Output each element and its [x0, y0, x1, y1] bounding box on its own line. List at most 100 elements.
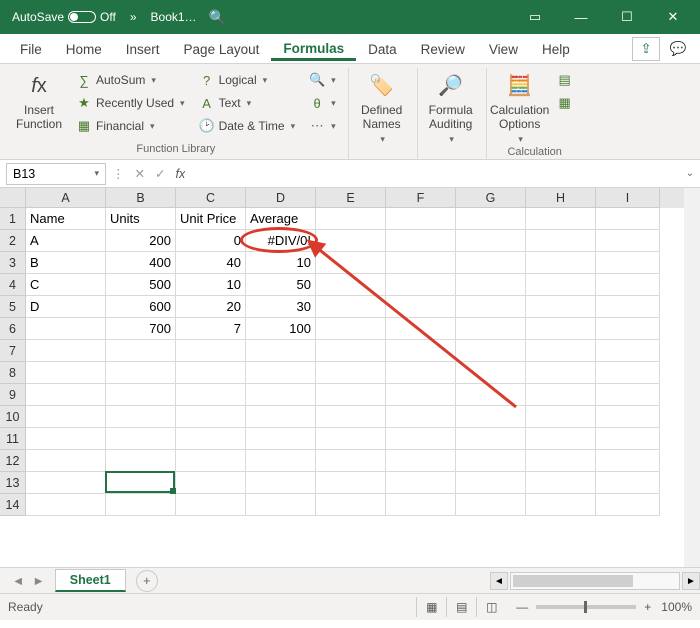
- cell-F3[interactable]: [386, 252, 456, 274]
- cell-F4[interactable]: [386, 274, 456, 296]
- recently-used-button[interactable]: ★Recently Used▾: [72, 93, 189, 113]
- cell-H10[interactable]: [526, 406, 596, 428]
- enter-icon[interactable]: ✓: [155, 166, 165, 181]
- add-sheet-button[interactable]: +: [136, 570, 158, 592]
- tab-home[interactable]: Home: [54, 37, 114, 61]
- tab-review[interactable]: Review: [409, 37, 477, 61]
- cell-B1[interactable]: Units: [106, 208, 176, 230]
- cell-I12[interactable]: [596, 450, 660, 472]
- sheet-tab-active[interactable]: Sheet1: [55, 569, 126, 592]
- zoom-slider[interactable]: [536, 605, 636, 609]
- cell-D9[interactable]: [246, 384, 316, 406]
- autosum-button[interactable]: ∑AutoSum▾: [72, 70, 189, 90]
- cell-H13[interactable]: [526, 472, 596, 494]
- cell-F7[interactable]: [386, 340, 456, 362]
- row-header-10[interactable]: 10: [0, 406, 26, 428]
- column-header-C[interactable]: C: [176, 188, 246, 208]
- tab-data[interactable]: Data: [356, 37, 409, 61]
- expand-formula-bar-icon[interactable]: ⌄: [680, 168, 700, 179]
- cell-E9[interactable]: [316, 384, 386, 406]
- scroll-thumb[interactable]: [513, 575, 633, 587]
- cell-G2[interactable]: [456, 230, 526, 252]
- row-header-6[interactable]: 6: [0, 318, 26, 340]
- close-button[interactable]: ✕: [650, 0, 696, 34]
- tab-page-layout[interactable]: Page Layout: [172, 37, 272, 61]
- text-button[interactable]: AText▾: [195, 93, 300, 113]
- cell-E10[interactable]: [316, 406, 386, 428]
- row-header-5[interactable]: 5: [0, 296, 26, 318]
- row-header-7[interactable]: 7: [0, 340, 26, 362]
- cell-G13[interactable]: [456, 472, 526, 494]
- cell-G10[interactable]: [456, 406, 526, 428]
- cell-G14[interactable]: [456, 494, 526, 516]
- cell-H1[interactable]: [526, 208, 596, 230]
- ribbon-display-icon[interactable]: ▭: [512, 0, 558, 34]
- cell-F11[interactable]: [386, 428, 456, 450]
- tab-insert[interactable]: Insert: [114, 37, 172, 61]
- more-functions-button[interactable]: ⋯▾: [305, 116, 340, 136]
- defined-names-button[interactable]: 🏷️ Defined Names▾: [355, 68, 409, 144]
- cell-I11[interactable]: [596, 428, 660, 450]
- worksheet-grid[interactable]: ABCDEFGHI 1234567891011121314 NameUnitsU…: [0, 188, 700, 568]
- cell-H4[interactable]: [526, 274, 596, 296]
- cell-C11[interactable]: [176, 428, 246, 450]
- maximize-button[interactable]: ☐: [604, 0, 650, 34]
- cell-F13[interactable]: [386, 472, 456, 494]
- cell-A3[interactable]: B: [26, 252, 106, 274]
- scroll-right-icon[interactable]: ►: [682, 572, 700, 590]
- cell-I14[interactable]: [596, 494, 660, 516]
- cell-A10[interactable]: [26, 406, 106, 428]
- cell-B9[interactable]: [106, 384, 176, 406]
- cell-F9[interactable]: [386, 384, 456, 406]
- cell-A12[interactable]: [26, 450, 106, 472]
- row-headers[interactable]: 1234567891011121314: [0, 208, 26, 567]
- cell-E5[interactable]: [316, 296, 386, 318]
- cell-C14[interactable]: [176, 494, 246, 516]
- calculation-options-button[interactable]: 🧮 Calculation Options▾: [493, 68, 547, 144]
- cell-H14[interactable]: [526, 494, 596, 516]
- cell-I4[interactable]: [596, 274, 660, 296]
- cell-A7[interactable]: [26, 340, 106, 362]
- cell-F5[interactable]: [386, 296, 456, 318]
- cell-E14[interactable]: [316, 494, 386, 516]
- scroll-left-icon[interactable]: ◄: [490, 572, 508, 590]
- column-header-A[interactable]: A: [26, 188, 106, 208]
- cell-D1[interactable]: Average: [246, 208, 316, 230]
- cell-G7[interactable]: [456, 340, 526, 362]
- cell-B2[interactable]: 200: [106, 230, 176, 252]
- cell-I5[interactable]: [596, 296, 660, 318]
- cells-area[interactable]: NameUnitsUnit PriceAverageA2000#DIV/0!B4…: [26, 208, 684, 567]
- horizontal-scrollbar[interactable]: ◄ ►: [490, 572, 700, 590]
- cell-G6[interactable]: [456, 318, 526, 340]
- cell-A5[interactable]: D: [26, 296, 106, 318]
- vertical-scrollbar[interactable]: [684, 188, 700, 567]
- cell-E3[interactable]: [316, 252, 386, 274]
- column-header-G[interactable]: G: [456, 188, 526, 208]
- column-header-H[interactable]: H: [526, 188, 596, 208]
- cell-E11[interactable]: [316, 428, 386, 450]
- cell-E8[interactable]: [316, 362, 386, 384]
- row-header-9[interactable]: 9: [0, 384, 26, 406]
- cell-B5[interactable]: 600: [106, 296, 176, 318]
- cell-B3[interactable]: 400: [106, 252, 176, 274]
- cell-B4[interactable]: 500: [106, 274, 176, 296]
- cell-D13[interactable]: [246, 472, 316, 494]
- cell-D4[interactable]: 50: [246, 274, 316, 296]
- cell-I2[interactable]: [596, 230, 660, 252]
- formula-input[interactable]: [185, 163, 680, 185]
- cell-H5[interactable]: [526, 296, 596, 318]
- cell-D14[interactable]: [246, 494, 316, 516]
- cell-H3[interactable]: [526, 252, 596, 274]
- zoom-out-button[interactable]: —: [516, 600, 528, 614]
- cell-A13[interactable]: [26, 472, 106, 494]
- cell-H11[interactable]: [526, 428, 596, 450]
- tab-view[interactable]: View: [477, 37, 530, 61]
- cell-A14[interactable]: [26, 494, 106, 516]
- row-header-2[interactable]: 2: [0, 230, 26, 252]
- cell-G4[interactable]: [456, 274, 526, 296]
- formula-auditing-button[interactable]: 🔎 Formula Auditing▾: [424, 68, 478, 144]
- cell-F2[interactable]: [386, 230, 456, 252]
- cell-C7[interactable]: [176, 340, 246, 362]
- row-header-3[interactable]: 3: [0, 252, 26, 274]
- share-button[interactable]: ⇪: [632, 37, 660, 61]
